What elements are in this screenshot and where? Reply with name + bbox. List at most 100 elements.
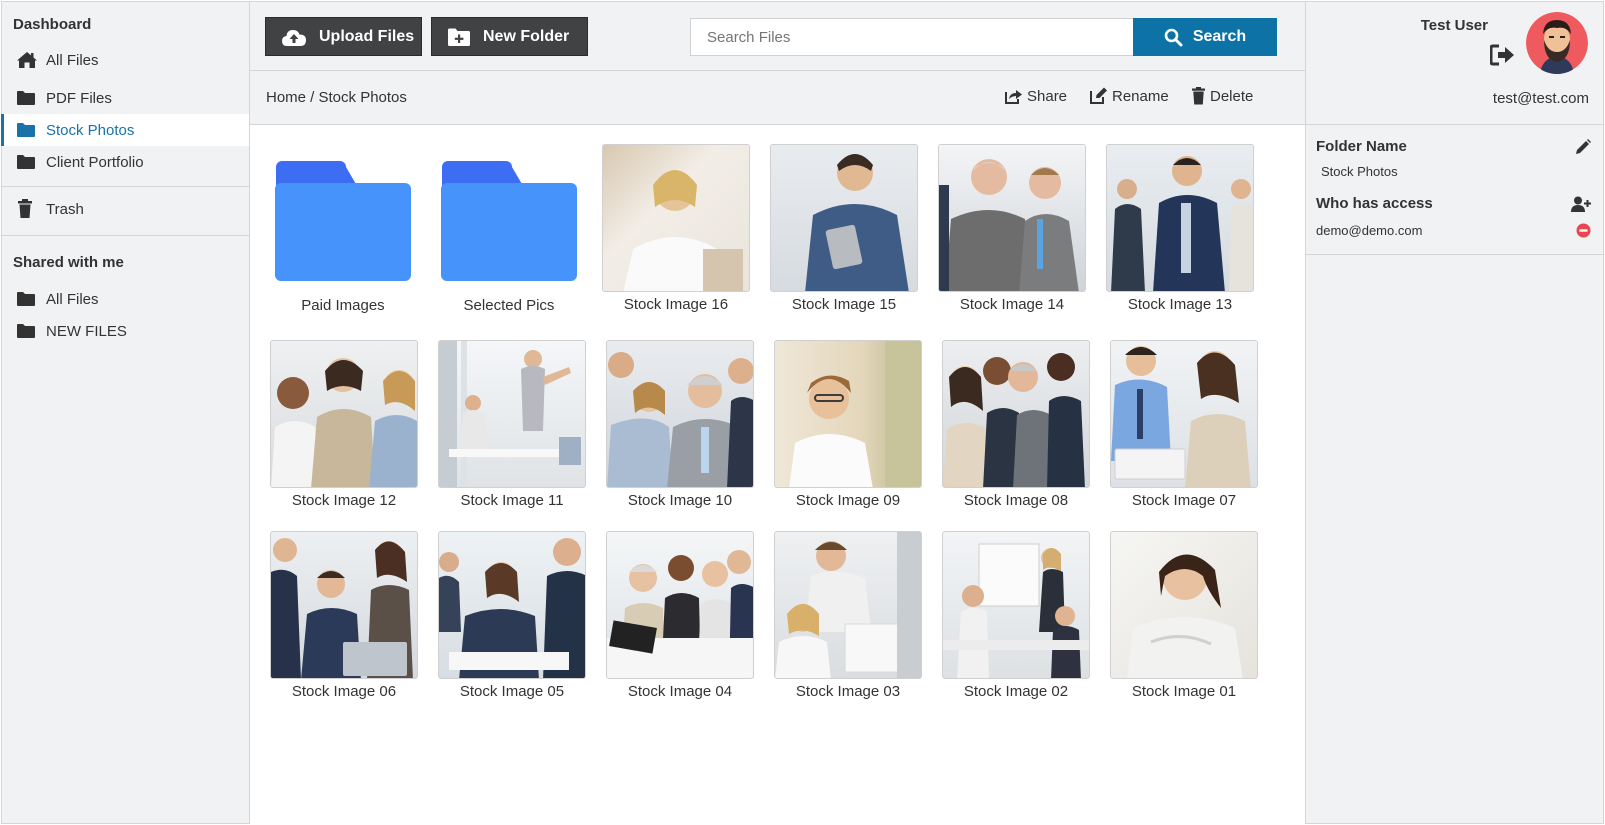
- image-tile[interactable]: Stock Image 16: [602, 144, 750, 313]
- image-name: Stock Image 03: [795, 683, 901, 700]
- image-tile[interactable]: Stock Image 13: [1106, 144, 1254, 313]
- image-name: Stock Image 12: [291, 492, 397, 509]
- search-icon: [1164, 28, 1183, 47]
- share-button[interactable]: Share: [1004, 87, 1067, 105]
- folder-icon: [16, 153, 38, 171]
- folder-name-label: Folder Name: [1316, 138, 1407, 155]
- divider: [2, 186, 249, 187]
- folder-icon: [441, 157, 577, 283]
- sidebar-item-all-files[interactable]: All Files: [2, 44, 249, 76]
- image-thumbnail: [1106, 144, 1254, 292]
- upload-files-button[interactable]: Upload Files: [265, 17, 422, 56]
- edit-icon: [1089, 87, 1108, 105]
- divider: [1306, 254, 1603, 255]
- image-tile[interactable]: Stock Image 02: [942, 531, 1090, 700]
- breadcrumb-bar: Home / Stock Photos Share Rename Delete: [250, 71, 1305, 125]
- breadcrumb[interactable]: Home / Stock Photos: [266, 89, 407, 106]
- sidebar-item-label: All Files: [46, 290, 99, 308]
- image-name: Stock Image 06: [291, 683, 397, 700]
- image-tile[interactable]: Stock Image 09: [774, 340, 922, 509]
- sidebar-item-stock-photos[interactable]: Stock Photos: [1, 114, 249, 146]
- trash-icon: [16, 199, 38, 218]
- search-button[interactable]: Search: [1133, 18, 1277, 56]
- upload-files-label: Upload Files: [319, 27, 415, 45]
- image-thumbnail: [606, 531, 754, 679]
- access-label: Who has access: [1316, 195, 1433, 212]
- image-thumbnail: [602, 144, 750, 292]
- image-tile[interactable]: Stock Image 12: [270, 340, 418, 509]
- image-tile[interactable]: Stock Image 06: [270, 531, 418, 700]
- trash-icon: [1191, 87, 1206, 105]
- image-thumbnail: [438, 340, 586, 488]
- divider: [1306, 124, 1603, 125]
- shared-heading: Shared with me: [13, 254, 124, 271]
- image-thumbnail: [774, 531, 922, 679]
- pencil-icon[interactable]: [1575, 139, 1591, 155]
- image-tile[interactable]: Stock Image 04: [606, 531, 754, 700]
- search-label: Search: [1192, 28, 1247, 45]
- image-thumbnail: [606, 340, 754, 488]
- delete-label: Delete: [1210, 87, 1254, 105]
- folder-icon: [16, 121, 38, 139]
- sidebar-item-label: Trash: [46, 200, 84, 218]
- image-tile[interactable]: Stock Image 03: [774, 531, 922, 700]
- sidebar-item-new-files[interactable]: NEW FILES: [2, 315, 249, 347]
- share-icon: [1004, 87, 1023, 105]
- sidebar: Dashboard All Files PDF Files Stock Phot…: [1, 1, 250, 824]
- image-thumbnail: [1110, 531, 1258, 679]
- image-tile[interactable]: Stock Image 14: [938, 144, 1086, 313]
- user-email: test@test.com: [1492, 90, 1589, 107]
- sidebar-item-label: NEW FILES: [46, 322, 127, 340]
- image-tile[interactable]: Stock Image 01: [1110, 531, 1258, 700]
- remove-user-icon[interactable]: [1576, 223, 1591, 238]
- sidebar-item-client-portfolio[interactable]: Client Portfolio: [2, 146, 249, 178]
- image-thumbnail: [270, 340, 418, 488]
- toolbar: Upload Files New Folder Search: [250, 2, 1305, 71]
- image-name: Stock Image 07: [1131, 492, 1237, 509]
- image-thumbnail: [438, 531, 586, 679]
- sidebar-item-label: All Files: [46, 51, 99, 69]
- image-thumbnail: [774, 340, 922, 488]
- avatar[interactable]: [1526, 12, 1588, 74]
- image-name: Stock Image 02: [963, 683, 1069, 700]
- image-name: Stock Image 13: [1127, 296, 1233, 313]
- cloud-upload-icon: [281, 27, 307, 47]
- sidebar-item-label: PDF Files: [46, 89, 112, 107]
- image-thumbnail: [270, 531, 418, 679]
- rename-label: Rename: [1112, 87, 1169, 105]
- home-icon: [16, 51, 38, 69]
- folder-name: Paid Images: [301, 297, 385, 314]
- image-tile[interactable]: Stock Image 11: [438, 340, 586, 509]
- folder-icon: [16, 290, 38, 308]
- sidebar-item-trash[interactable]: Trash: [2, 193, 249, 225]
- delete-button[interactable]: Delete: [1191, 87, 1253, 105]
- image-tile[interactable]: Stock Image 05: [438, 531, 586, 700]
- folder-icon: [16, 322, 38, 340]
- image-name: Stock Image 04: [627, 683, 733, 700]
- image-tile[interactable]: Stock Image 15: [770, 144, 918, 313]
- rename-button[interactable]: Rename: [1089, 87, 1169, 105]
- share-label: Share: [1027, 87, 1068, 105]
- search-input[interactable]: [690, 18, 1134, 56]
- sidebar-item-label: Stock Photos: [46, 121, 135, 139]
- new-folder-button[interactable]: New Folder: [431, 17, 588, 56]
- sidebar-item-shared-all-files[interactable]: All Files: [2, 283, 249, 315]
- sidebar-item-pdf-files[interactable]: PDF Files: [2, 82, 249, 114]
- logout-icon[interactable]: [1489, 44, 1516, 71]
- image-thumbnail: [942, 340, 1090, 488]
- image-name: Stock Image 05: [459, 683, 565, 700]
- folder-icon: [16, 89, 38, 107]
- folder-tile[interactable]: Paid Images: [269, 149, 417, 314]
- add-user-icon[interactable]: [1571, 196, 1591, 212]
- access-user-email: demo@demo.com: [1316, 223, 1423, 238]
- image-tile[interactable]: Stock Image 07: [1110, 340, 1258, 509]
- image-tile[interactable]: Stock Image 08: [942, 340, 1090, 509]
- image-name: Stock Image 14: [959, 296, 1065, 313]
- image-name: Stock Image 15: [791, 296, 897, 313]
- folder-name-value: Stock Photos: [1321, 164, 1398, 179]
- new-folder-label: New Folder: [483, 27, 570, 45]
- folder-tile[interactable]: Selected Pics: [435, 149, 583, 314]
- sidebar-title: Dashboard: [13, 16, 92, 33]
- image-tile[interactable]: Stock Image 10: [606, 340, 754, 509]
- image-thumbnail: [770, 144, 918, 292]
